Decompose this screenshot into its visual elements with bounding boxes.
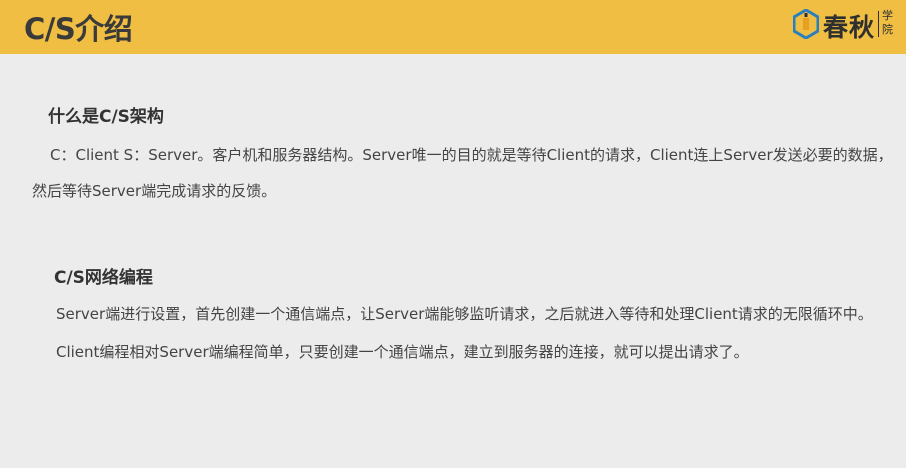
shield-diamond-icon [793,9,819,39]
header-bar: C/S介绍 春秋 学 院 [0,0,906,54]
brand-name: 春秋 [823,13,876,42]
section-title-cs-network-programming: C/S网络编程 [54,268,153,288]
brand-divider [878,11,879,37]
paragraph-line: C：Client S：Server。客户机和服务器结构。Server唯一的目的就… [50,146,893,164]
section-title-cs-architecture: 什么是C/S架构 [48,107,164,127]
brand-subtitle-line-1: 学 [882,9,893,22]
brand-logo: 春秋 学 院 [793,7,903,42]
paragraph-line: Server端进行设置，首先创建一个通信端点，让Server端能够监听请求，之后… [56,305,873,323]
page-title: C/S介绍 [24,12,133,46]
brand-subtitle-line-2: 院 [882,23,893,36]
paragraph-line: 然后等待Server端完成请求的反馈。 [32,182,277,200]
paragraph-line: Client编程相对Server端编程简单，只要创建一个通信端点，建立到服务器的… [56,343,749,361]
brand-subtitle: 学 院 [882,9,896,37]
